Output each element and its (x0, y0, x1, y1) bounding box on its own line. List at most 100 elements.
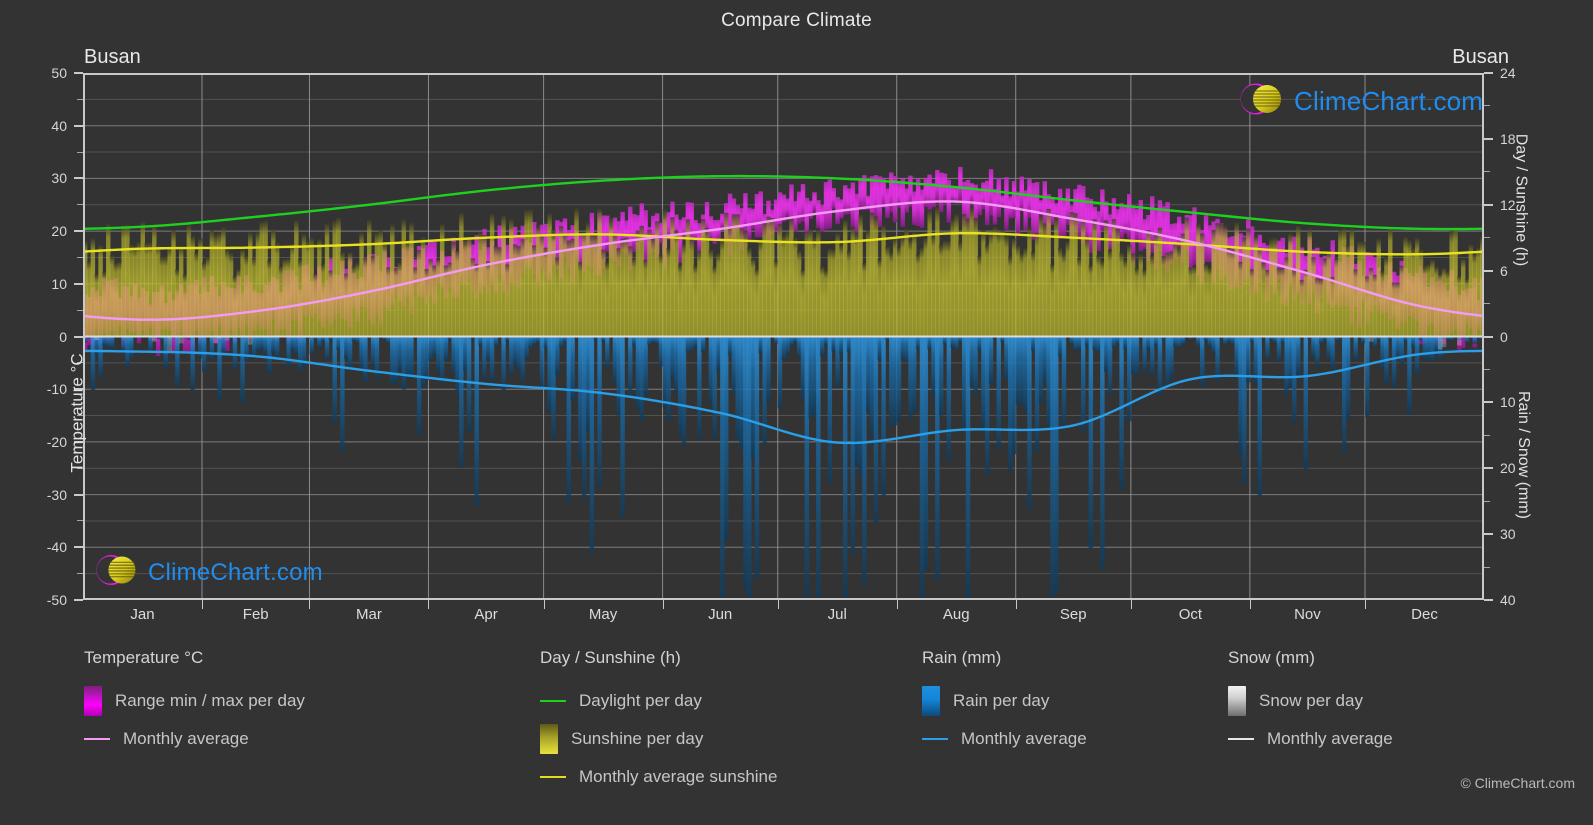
y-tick-mark-left (74, 546, 83, 549)
legend-item-label: Monthly average (123, 729, 249, 748)
y-tick-mark-right-top (1484, 72, 1493, 74)
legend-item[interactable]: Monthly average (84, 720, 305, 758)
legend-group-heading: Rain (mm) (922, 648, 1002, 667)
x-tick-label: Sep (1059, 606, 1087, 623)
y-tick-mark-right-bottom-minor (1484, 434, 1490, 436)
legend-line-icon (540, 700, 566, 702)
legend-item-label: Daylight per day (579, 691, 702, 710)
legend-item-label: Monthly average sunshine (579, 767, 778, 786)
x-tick-label: Jul (827, 606, 847, 623)
y-tick-label-left: -50 (46, 592, 67, 608)
y-tick-mark-left (74, 177, 83, 180)
legend-item-label: Monthly average (961, 729, 1087, 748)
legend-group-day-sunshine-h: Day / Sunshine (h) Daylight per day Sunshi… (540, 648, 777, 796)
legend-item[interactable]: Snow per day (1228, 682, 1393, 720)
y-tick-mark-left-minor (77, 151, 83, 153)
y-tick-label-left: 50 (51, 65, 67, 81)
legend-group-rain-mm: Rain (mm) Rain per day Monthly average (922, 648, 1087, 758)
legend-swatch-icon (922, 686, 940, 716)
legend-swatch-icon (1228, 686, 1246, 716)
y-tick-mark-left-minor (77, 520, 83, 522)
legend-item-label: Sunshine per day (571, 729, 704, 748)
y-tick-mark-left-minor (77, 309, 83, 311)
watermark-logo-top: ClimeChart.com (1236, 79, 1483, 124)
y-tick-label-right-bottom: 30 (1500, 526, 1516, 543)
y-tick-mark-left (74, 493, 83, 496)
watermark-logo-bottom: ClimeChart.com (92, 550, 323, 595)
y-tick-mark-right-top-minor (1484, 105, 1490, 107)
x-tick-mark (1365, 600, 1366, 609)
y-tick-label-right-top: 6 (1500, 262, 1508, 279)
y-tick-mark-left-minor (77, 98, 83, 100)
y-tick-mark-right-bottom-minor (1484, 368, 1490, 370)
chart-plot-area (83, 73, 1484, 600)
x-tick-mark (543, 600, 545, 609)
y-tick-label-left: 10 (51, 275, 67, 292)
y-tick-mark-left (74, 335, 83, 338)
x-tick-label: Oct (1178, 606, 1203, 623)
y-tick-label-left: 40 (51, 117, 67, 134)
y-tick-label-right-bottom: 40 (1500, 592, 1516, 608)
y-tick-label-left: 30 (51, 170, 67, 187)
legend-group-temperature-c: Temperature °C Range min / max per day Mon… (84, 648, 305, 758)
x-tick-label: Feb (242, 606, 269, 623)
legend-item[interactable]: Monthly average (1228, 720, 1393, 758)
x-tick-label: Jun (708, 606, 733, 623)
chart-canvas (83, 73, 1484, 600)
legend-item[interactable]: Sunshine per day (540, 720, 777, 758)
y-tick-mark-right-bottom-minor (1484, 500, 1490, 502)
y-tick-mark-left-minor (77, 204, 83, 206)
y-tick-label-right-top: 24 (1500, 65, 1516, 81)
y-axis-title-right-bottom: Rain / Snow (mm) (1514, 390, 1532, 520)
rain-average-line (83, 349, 1484, 445)
city-label-left: Busan (84, 46, 141, 68)
legend-group-heading: Snow (mm) (1228, 648, 1315, 667)
y-tick-mark-right-bottom (1484, 533, 1493, 536)
watermark-text: ClimeChart.com (148, 558, 323, 586)
x-tick-label: Apr (474, 606, 498, 623)
legend-group-snow-mm: Snow (mm) Snow per day Monthly average (1228, 648, 1393, 758)
x-tick-label: Nov (1294, 606, 1321, 623)
legend-item-label: Range min / max per day (115, 691, 305, 710)
y-tick-label-left: -20 (46, 433, 67, 450)
copyright-text: © ClimeChart.com (1460, 775, 1575, 791)
y-tick-mark-right-bottom (1484, 599, 1493, 601)
y-tick-mark-right-top (1484, 137, 1493, 140)
sunshine-bars (83, 206, 1484, 337)
x-tick-mark (662, 600, 664, 609)
legend-line-icon (84, 738, 110, 740)
x-tick-label: May (588, 606, 618, 623)
legend-item[interactable]: Monthly average (922, 720, 1087, 758)
climechart-logo-icon (1236, 79, 1294, 124)
x-tick-label: Dec (1411, 606, 1438, 623)
legend-item[interactable]: Monthly average sunshine (540, 758, 777, 796)
y-tick-mark-right-bottom (1484, 401, 1493, 404)
y-tick-label-left: -30 (46, 486, 67, 503)
y-tick-label-right-top: 0 (1500, 328, 1508, 345)
y-axis-title-left: Temperature °C (67, 352, 87, 473)
legend-item[interactable]: Range min / max per day (84, 682, 305, 720)
y-tick-label-left: 20 (51, 223, 67, 240)
y-tick-mark-right-top (1484, 269, 1493, 272)
y-tick-mark-left (74, 599, 83, 601)
y-tick-mark-right-top-minor (1484, 171, 1490, 173)
legend-line-icon (1228, 738, 1254, 740)
y-tick-mark-left (74, 230, 83, 233)
x-tick-mark (1249, 600, 1251, 609)
x-tick-mark (777, 600, 779, 609)
x-tick-label: Mar (356, 606, 382, 623)
legend-group-heading: Temperature °C (84, 648, 204, 667)
legend-item-label: Rain per day (953, 691, 1050, 710)
x-tick-mark (428, 600, 430, 609)
y-tick-mark-right-top-minor (1484, 303, 1490, 305)
y-tick-mark-left (74, 282, 83, 285)
legend-item-label: Snow per day (1259, 691, 1363, 710)
x-tick-mark (1130, 600, 1132, 609)
legend-line-icon (922, 738, 948, 740)
legend-item[interactable]: Rain per day (922, 682, 1087, 720)
page-title: Compare Climate (721, 10, 872, 31)
y-tick-label-left: -40 (46, 539, 67, 556)
y-tick-mark-left-minor (77, 256, 83, 258)
y-tick-mark-left (74, 124, 83, 127)
legend-item[interactable]: Daylight per day (540, 682, 777, 720)
